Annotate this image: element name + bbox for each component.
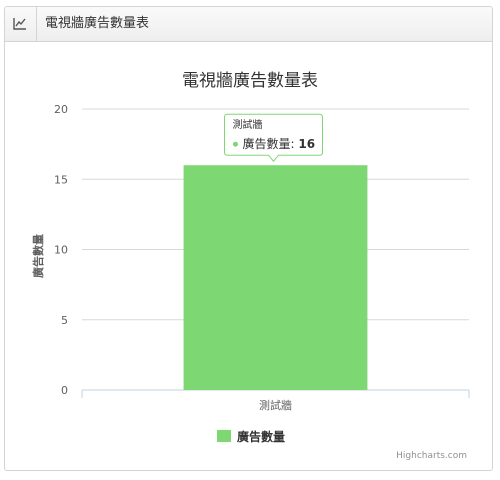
chart-widget: 電視牆廣告數量表 電視牆廣告數量表 0 5 10 15 20 廣告數量 測試牆 測試牆 …: [4, 6, 493, 471]
x-tick-labels: 測試牆: [81, 390, 470, 412]
tooltip-value: 16: [298, 137, 315, 151]
chart-title: 電視牆廣告數量表: [182, 71, 318, 91]
bar[interactable]: [183, 165, 368, 390]
widget-header: 電視牆廣告數量表: [5, 7, 492, 42]
bar-layer: [183, 165, 368, 390]
tooltip-series-dot: [233, 141, 238, 147]
y-tick-label: 15: [54, 173, 68, 186]
tooltip-line: 廣告數量: 16: [243, 137, 316, 151]
bar-chart: 電視牆廣告數量表 05101520 廣告數量 測試牆 測試牆 廣告數量: 16 …: [31, 71, 470, 461]
tooltip-separator: :: [291, 137, 299, 151]
widget-title: 電視牆廣告數量表: [45, 16, 150, 31]
tooltip-series-name: 廣告數量: [243, 137, 291, 151]
credits[interactable]: Highcharts.com: [396, 451, 467, 461]
y-axis-title: 廣告數量: [31, 234, 45, 278]
y-tick-label: 20: [54, 103, 68, 116]
x-tick-label: 測試牆: [259, 398, 292, 412]
y-tick-label: 0: [61, 384, 68, 397]
line-chart-icon: [13, 18, 26, 30]
legend[interactable]: 廣告數量: [217, 429, 285, 444]
header-icon-box: [5, 7, 37, 41]
widget-body: 電視牆廣告數量表 0 5 10 15 20 廣告數量 測試牆 測試牆 廣告數量: 16 …: [5, 42, 492, 470]
legend-swatch[interactable]: [217, 430, 231, 442]
y-tick-labels: 0 5 10 15 20: [54, 103, 68, 397]
tooltip: 測試牆 廣告數量: 16: [224, 113, 323, 162]
tooltip-header: 測試牆: [233, 118, 263, 131]
y-tick-label: 10: [54, 244, 68, 257]
legend-label[interactable]: 廣告數量: [237, 429, 285, 444]
y-tick-label: 5: [61, 314, 68, 327]
